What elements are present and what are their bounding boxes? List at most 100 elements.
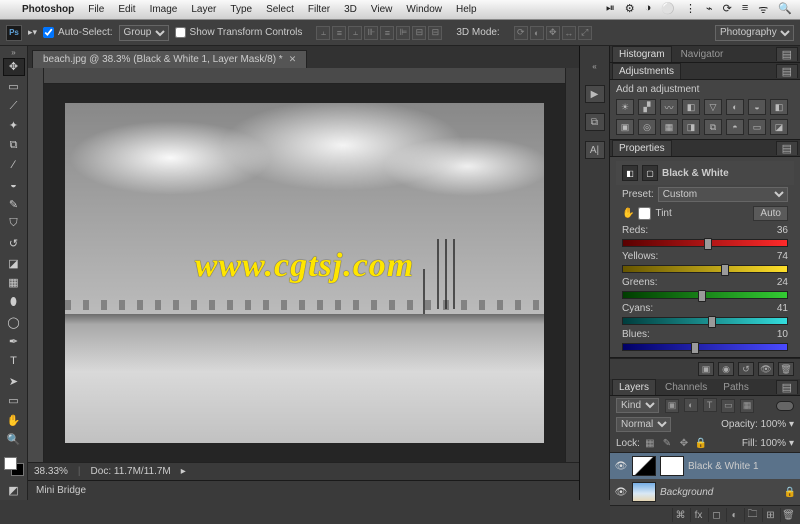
- adj-photofilter-icon[interactable]: ▣: [616, 119, 634, 135]
- tab-navigator[interactable]: Navigator: [674, 46, 731, 62]
- tray-bluetooth-icon[interactable]: ⋮: [685, 2, 696, 17]
- zoom-tool-icon[interactable]: 🔍: [3, 431, 25, 449]
- adj-channelmixer-icon[interactable]: ◎: [638, 119, 656, 135]
- canvas[interactable]: www.cgtsj.com: [44, 84, 565, 462]
- delete-adjustment-icon[interactable]: 🗑: [778, 362, 794, 376]
- slider-cyans[interactable]: Cyans:41: [616, 301, 794, 327]
- bw-adjustment-icon[interactable]: ◧: [622, 165, 638, 181]
- auto-button[interactable]: Auto: [753, 206, 788, 221]
- tab-properties[interactable]: Properties: [612, 140, 672, 156]
- zoom-level[interactable]: 38.33%: [34, 466, 68, 477]
- collapsed-panel-actions-icon[interactable]: ⧉: [585, 113, 605, 131]
- tab-histogram[interactable]: Histogram: [612, 46, 672, 62]
- layer-thumb-adjustment[interactable]: [632, 456, 656, 476]
- tray-timemachine-icon[interactable]: ⟳: [723, 2, 732, 17]
- hand-tool-icon[interactable]: ✋: [3, 412, 25, 430]
- 3d-pan-icon[interactable]: ✥: [546, 26, 560, 40]
- layer-fx-icon[interactable]: fx: [690, 508, 706, 522]
- tab-paths[interactable]: Paths: [716, 379, 756, 395]
- slider-blues[interactable]: Blues:10: [616, 327, 794, 353]
- 3d-orbit-icon[interactable]: ⟳: [514, 26, 528, 40]
- close-tab-icon[interactable]: ✕: [289, 54, 297, 65]
- new-group-icon[interactable]: 🗀: [744, 508, 760, 522]
- view-previous-icon[interactable]: ◉: [718, 362, 734, 376]
- tab-channels[interactable]: Channels: [658, 379, 714, 395]
- layer-visibility-icon[interactable]: 👁: [614, 487, 628, 498]
- filter-shape-icon[interactable]: ▭: [721, 399, 735, 413]
- layer-name[interactable]: Background: [660, 487, 780, 498]
- slider-greens[interactable]: Greens:24: [616, 275, 794, 301]
- filter-toggle-switch[interactable]: [776, 401, 794, 411]
- adj-posterize-icon[interactable]: ⧉: [704, 119, 722, 135]
- toolbox-collapse-icon[interactable]: »: [0, 48, 27, 57]
- menu-file[interactable]: File: [88, 4, 104, 15]
- app-menu[interactable]: Photoshop: [22, 4, 74, 15]
- mini-bridge-tab[interactable]: Mini Bridge: [28, 480, 579, 500]
- lock-position-icon[interactable]: ✥: [677, 436, 691, 450]
- tool-preset-icon[interactable]: ▸▾: [28, 27, 37, 38]
- adj-huesat-icon[interactable]: ◐: [726, 99, 744, 115]
- align-top-icon[interactable]: ⫠: [316, 26, 330, 40]
- panel-menu-icon[interactable]: ▤: [776, 47, 798, 61]
- preset-dropdown[interactable]: Custom: [658, 187, 788, 202]
- brush-tool-icon[interactable]: ✎: [3, 195, 25, 213]
- adj-brightness-icon[interactable]: ☀: [616, 99, 634, 115]
- eraser-tool-icon[interactable]: ◪: [3, 254, 25, 272]
- auto-select-checkbox[interactable]: [43, 27, 54, 38]
- filter-smart-icon[interactable]: ▦: [740, 399, 754, 413]
- align-bottom-icon[interactable]: ⫠: [348, 26, 362, 40]
- tint-toggle[interactable]: Tint: [638, 207, 671, 220]
- clip-to-layer-icon[interactable]: ▣: [698, 362, 714, 376]
- adj-colorlookup-icon[interactable]: ▦: [660, 119, 678, 135]
- history-brush-tool-icon[interactable]: ↺: [3, 235, 25, 253]
- 3d-roll-icon[interactable]: ◐: [530, 26, 544, 40]
- menu-help[interactable]: Help: [456, 4, 477, 15]
- targeted-adjust-icon[interactable]: ✋: [622, 208, 634, 219]
- pen-tool-icon[interactable]: ✒: [3, 333, 25, 351]
- layer-visibility-icon[interactable]: 👁: [614, 461, 628, 472]
- menu-layer[interactable]: Layer: [191, 4, 216, 15]
- layer-item-bw1[interactable]: 👁 Black & White 1: [610, 453, 800, 479]
- marquee-tool-icon[interactable]: ▭: [3, 78, 25, 96]
- quick-select-tool-icon[interactable]: ✦: [3, 117, 25, 135]
- move-tool-icon[interactable]: ✥: [3, 58, 25, 76]
- panel-strip-collapse-icon[interactable]: «: [592, 62, 596, 71]
- adj-levels-icon[interactable]: ▞: [638, 99, 656, 115]
- adj-bw-icon[interactable]: ◧: [770, 99, 788, 115]
- menu-image[interactable]: Image: [150, 4, 178, 15]
- color-swatches[interactable]: [3, 456, 25, 478]
- fill-stepper-icon[interactable]: ▾: [789, 438, 794, 449]
- adj-exposure-icon[interactable]: ◧: [682, 99, 700, 115]
- tray-playpause-icon[interactable]: ⏯: [606, 2, 615, 17]
- tab-adjustments[interactable]: Adjustments: [612, 63, 681, 79]
- stamp-tool-icon[interactable]: ⛉: [3, 215, 25, 233]
- panel-menu-icon[interactable]: ▤: [776, 141, 798, 155]
- slider-reds[interactable]: Reds:36: [616, 223, 794, 249]
- tray-battery-icon[interactable]: ⌁: [706, 2, 713, 17]
- collapsed-panel-history-icon[interactable]: ▶: [585, 85, 605, 103]
- menu-3d[interactable]: 3D: [344, 4, 357, 15]
- greens-value[interactable]: 24: [777, 277, 788, 288]
- 3d-slide-icon[interactable]: ↔: [562, 26, 576, 40]
- show-transform-toggle[interactable]: Show Transform Controls: [175, 27, 303, 38]
- cyans-value[interactable]: 41: [777, 303, 788, 314]
- lock-pixels-icon[interactable]: ✎: [660, 436, 674, 450]
- tray-gear-icon[interactable]: ⚙: [625, 2, 635, 17]
- adj-curves-icon[interactable]: 〰: [660, 99, 678, 115]
- adj-threshold-icon[interactable]: ◓: [726, 119, 744, 135]
- tint-checkbox[interactable]: [638, 207, 651, 220]
- opacity-stepper-icon[interactable]: ▾: [789, 419, 794, 430]
- workspace-switcher[interactable]: Photography: [715, 25, 794, 41]
- adj-vibrance-icon[interactable]: ▽: [704, 99, 722, 115]
- document-image[interactable]: www.cgtsj.com: [65, 103, 544, 443]
- path-select-tool-icon[interactable]: ➤: [3, 372, 25, 390]
- dodge-tool-icon[interactable]: ◯: [3, 313, 25, 331]
- align-vcenter-icon[interactable]: ≡: [332, 26, 346, 40]
- distribute-h-icon[interactable]: ⊟: [412, 26, 426, 40]
- shape-tool-icon[interactable]: ▭: [3, 392, 25, 410]
- lock-transparent-icon[interactable]: ▦: [643, 436, 657, 450]
- menu-view[interactable]: View: [371, 4, 393, 15]
- blues-value[interactable]: 10: [777, 329, 788, 340]
- menu-select[interactable]: Select: [266, 4, 294, 15]
- slider-yellows[interactable]: Yellows:74: [616, 249, 794, 275]
